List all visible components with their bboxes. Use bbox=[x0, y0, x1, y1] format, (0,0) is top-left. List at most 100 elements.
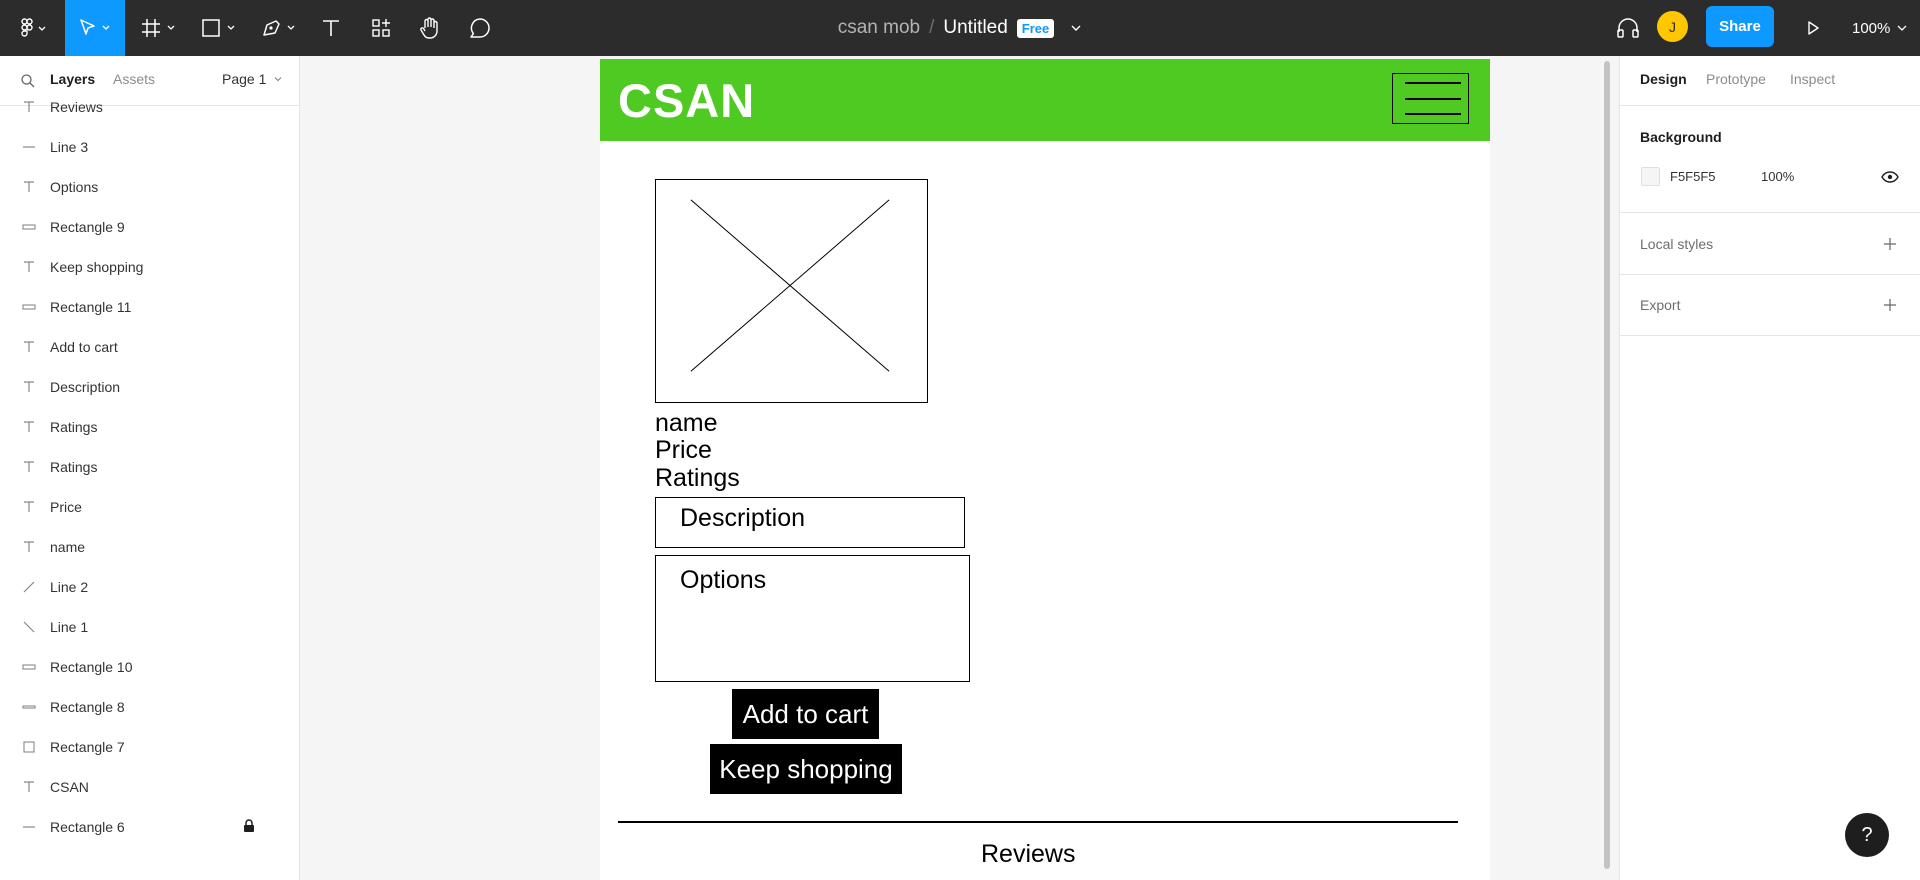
frame-hash-icon bbox=[142, 19, 175, 37]
layer-row[interactable]: CSAN bbox=[0, 767, 300, 807]
figma-menu-button[interactable] bbox=[14, 0, 54, 56]
ratings-text[interactable]: Ratings bbox=[655, 464, 740, 493]
layer-row[interactable]: Rectangle 8 bbox=[0, 687, 300, 727]
layer-row[interactable]: Rectangle 11 bbox=[0, 287, 300, 327]
breadcrumb-separator: / bbox=[929, 17, 935, 38]
layer-row[interactable]: Rectangle 10 bbox=[0, 647, 300, 687]
layer-label: Line 1 bbox=[50, 619, 89, 635]
rectangle-thin-icon bbox=[22, 304, 36, 310]
hand-icon bbox=[420, 17, 438, 39]
logo-text[interactable]: CSAN bbox=[618, 73, 755, 128]
plus-icon[interactable] bbox=[1882, 236, 1898, 252]
layer-row[interactable]: Line 3 bbox=[0, 127, 300, 167]
layer-label: Options bbox=[50, 179, 99, 195]
zoom-level: 100% bbox=[1852, 19, 1891, 37]
layer-row[interactable]: name bbox=[0, 527, 300, 567]
share-button[interactable]: Share bbox=[1706, 6, 1774, 47]
line-horizontal-icon bbox=[23, 146, 35, 148]
page-selector[interactable]: Page 1 bbox=[222, 71, 283, 87]
background-heading: Background bbox=[1640, 129, 1722, 145]
layer-label: Rectangle 7 bbox=[50, 739, 125, 755]
present-button[interactable] bbox=[1798, 0, 1828, 56]
header-bar[interactable]: CSAN bbox=[600, 59, 1490, 141]
layer-row[interactable]: Keep shopping bbox=[0, 247, 300, 287]
line-diagonal-down-icon bbox=[23, 621, 35, 633]
chevron-down-icon[interactable] bbox=[1070, 22, 1082, 34]
layer-row[interactable]: Price bbox=[0, 487, 300, 527]
canvas-scrollbar[interactable] bbox=[1604, 61, 1610, 869]
keep-shopping-button[interactable]: Keep shopping bbox=[710, 744, 902, 794]
comment-tool-button[interactable] bbox=[465, 0, 495, 56]
hamburger-menu-icon[interactable] bbox=[1392, 73, 1469, 124]
layer-row[interactable]: Ratings bbox=[0, 447, 300, 487]
rectangle-thin-icon bbox=[22, 664, 36, 670]
avatar[interactable]: J bbox=[1657, 11, 1688, 42]
resources-tool-button[interactable] bbox=[366, 0, 396, 56]
image-placeholder[interactable] bbox=[655, 179, 928, 403]
tab-prototype[interactable]: Prototype bbox=[1706, 71, 1766, 87]
tab-assets[interactable]: Assets bbox=[113, 71, 155, 87]
text-icon bbox=[24, 501, 34, 512]
layer-label: Rectangle 8 bbox=[50, 699, 125, 715]
local-styles-section: Local styles bbox=[1620, 214, 1920, 275]
layer-label: name bbox=[50, 539, 86, 555]
layer-label: Price bbox=[50, 499, 82, 515]
components-grid-icon bbox=[372, 19, 390, 37]
layer-row[interactable]: Line 2 bbox=[0, 567, 300, 607]
background-section: Background bbox=[1620, 107, 1920, 213]
pen-tool-button[interactable] bbox=[258, 0, 302, 56]
reviews-divider[interactable] bbox=[618, 821, 1458, 823]
tab-design[interactable]: Design bbox=[1640, 71, 1687, 87]
add-to-cart-button[interactable]: Add to cart bbox=[732, 689, 879, 739]
layer-label: Ratings bbox=[50, 459, 98, 475]
description-box[interactable]: Description bbox=[655, 497, 965, 548]
help-button[interactable]: ? bbox=[1845, 813, 1889, 857]
price-text[interactable]: Price bbox=[655, 436, 712, 465]
layer-row[interactable]: Add to cart bbox=[0, 327, 300, 367]
shape-tool-button[interactable] bbox=[198, 0, 242, 56]
lock-icon[interactable] bbox=[243, 819, 255, 833]
layer-row[interactable]: Rectangle 6 bbox=[0, 807, 300, 847]
text-icon bbox=[24, 461, 34, 472]
rectangle-icon bbox=[202, 19, 235, 37]
text-icon bbox=[24, 181, 34, 192]
tab-layers[interactable]: Layers bbox=[50, 71, 95, 87]
text-tool-button[interactable] bbox=[316, 0, 346, 56]
layer-row[interactable]: Rectangle 9 bbox=[0, 207, 300, 247]
layer-label: Rectangle 6 bbox=[50, 819, 125, 835]
layer-label: Rectangle 9 bbox=[50, 219, 125, 235]
layer-row[interactable]: Description bbox=[0, 367, 300, 407]
plus-icon[interactable] bbox=[1882, 297, 1898, 313]
project-name[interactable]: csan mob bbox=[838, 17, 920, 39]
layer-row[interactable]: Options bbox=[0, 167, 300, 207]
background-color-swatch[interactable] bbox=[1641, 167, 1660, 186]
chevron-down-icon bbox=[274, 77, 282, 82]
audio-button[interactable] bbox=[1611, 0, 1645, 56]
text-icon bbox=[24, 261, 34, 272]
background-opacity[interactable]: 100% bbox=[1761, 169, 1794, 184]
file-name[interactable]: Untitled bbox=[943, 17, 1007, 39]
options-box[interactable]: Options bbox=[655, 555, 970, 682]
reviews-heading[interactable]: Reviews bbox=[981, 840, 1075, 869]
eye-icon[interactable] bbox=[1881, 170, 1899, 184]
layer-label: Rectangle 11 bbox=[50, 299, 132, 315]
tab-inspect[interactable]: Inspect bbox=[1790, 71, 1835, 87]
description-text: Description bbox=[680, 504, 806, 532]
play-icon bbox=[1808, 21, 1819, 35]
layer-label: CSAN bbox=[50, 779, 89, 795]
move-tool-button[interactable] bbox=[65, 0, 125, 56]
background-hex[interactable]: F5F5F5 bbox=[1670, 169, 1716, 184]
layer-row[interactable]: Reviews bbox=[0, 87, 300, 127]
frame-tool-button[interactable] bbox=[138, 0, 182, 56]
line-horizontal-icon bbox=[23, 826, 35, 828]
export-section: Export bbox=[1620, 275, 1920, 336]
layer-row[interactable]: Line 1 bbox=[0, 607, 300, 647]
hand-tool-button[interactable] bbox=[415, 0, 445, 56]
layer-row[interactable]: Rectangle 7 bbox=[0, 727, 300, 767]
mobile-frame[interactable]: CSAN name Price Ratings Description Opti… bbox=[600, 59, 1490, 880]
product-name-text[interactable]: name bbox=[655, 409, 718, 438]
layer-row[interactable]: Ratings bbox=[0, 407, 300, 447]
layer-label: Line 2 bbox=[50, 579, 89, 595]
chevron-down-icon bbox=[1897, 25, 1907, 31]
zoom-dropdown[interactable]: 100% bbox=[1852, 0, 1909, 56]
